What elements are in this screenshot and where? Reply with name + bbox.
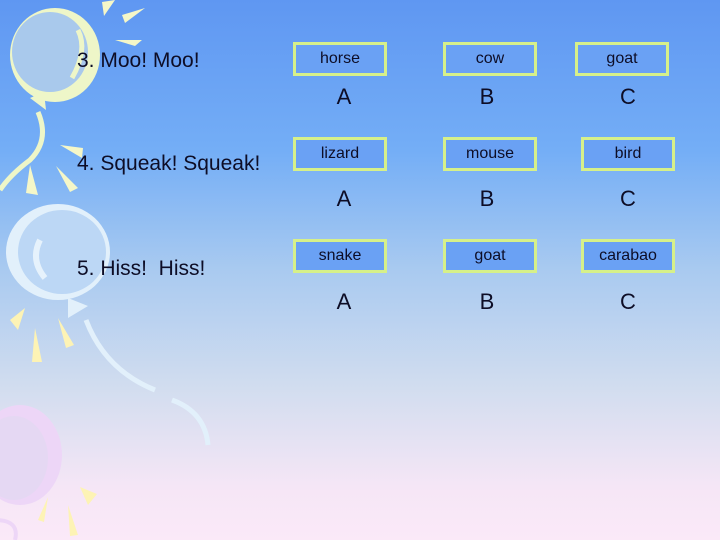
option-letter: A xyxy=(336,289,352,314)
option-text: lizard xyxy=(320,145,360,162)
balloon-icon-middle xyxy=(6,204,211,446)
option-box[interactable]: lizard xyxy=(293,137,387,171)
question-prompt: 5. Hiss! Hiss! xyxy=(77,257,206,280)
option-letter: A xyxy=(336,186,352,211)
option-text: goat xyxy=(606,50,638,67)
option-letter: C xyxy=(620,289,636,314)
option-text: horse xyxy=(319,50,361,67)
balloon-icon-bottom xyxy=(0,405,97,540)
option-box[interactable]: cow xyxy=(443,42,537,76)
question-prompt: 3. Moo! Moo! xyxy=(77,49,200,72)
option-letter: B xyxy=(479,84,495,109)
question-prompt: 4. Squeak! Squeak! xyxy=(77,152,261,175)
option-letter: C xyxy=(620,84,636,109)
option-text: cow xyxy=(475,50,505,67)
option-text: mouse xyxy=(465,145,515,162)
option-box[interactable]: goat xyxy=(443,239,537,273)
option-text: goat xyxy=(474,247,506,264)
option-letter: B xyxy=(479,289,495,314)
option-box[interactable]: carabao xyxy=(581,239,675,273)
option-text: snake xyxy=(318,247,362,264)
option-text: bird xyxy=(614,145,642,162)
option-letter: C xyxy=(620,186,636,211)
option-box[interactable]: goat xyxy=(575,42,669,76)
option-box[interactable]: horse xyxy=(293,42,387,76)
option-letter: B xyxy=(479,186,495,211)
option-box[interactable]: snake xyxy=(293,239,387,273)
option-letter: A xyxy=(336,84,352,109)
option-box[interactable]: bird xyxy=(581,137,675,171)
option-text: carabao xyxy=(599,247,657,264)
option-box[interactable]: mouse xyxy=(443,137,537,171)
slide: 3. Moo! Moo! horse cow goat A B C 4. Squ… xyxy=(0,0,720,540)
